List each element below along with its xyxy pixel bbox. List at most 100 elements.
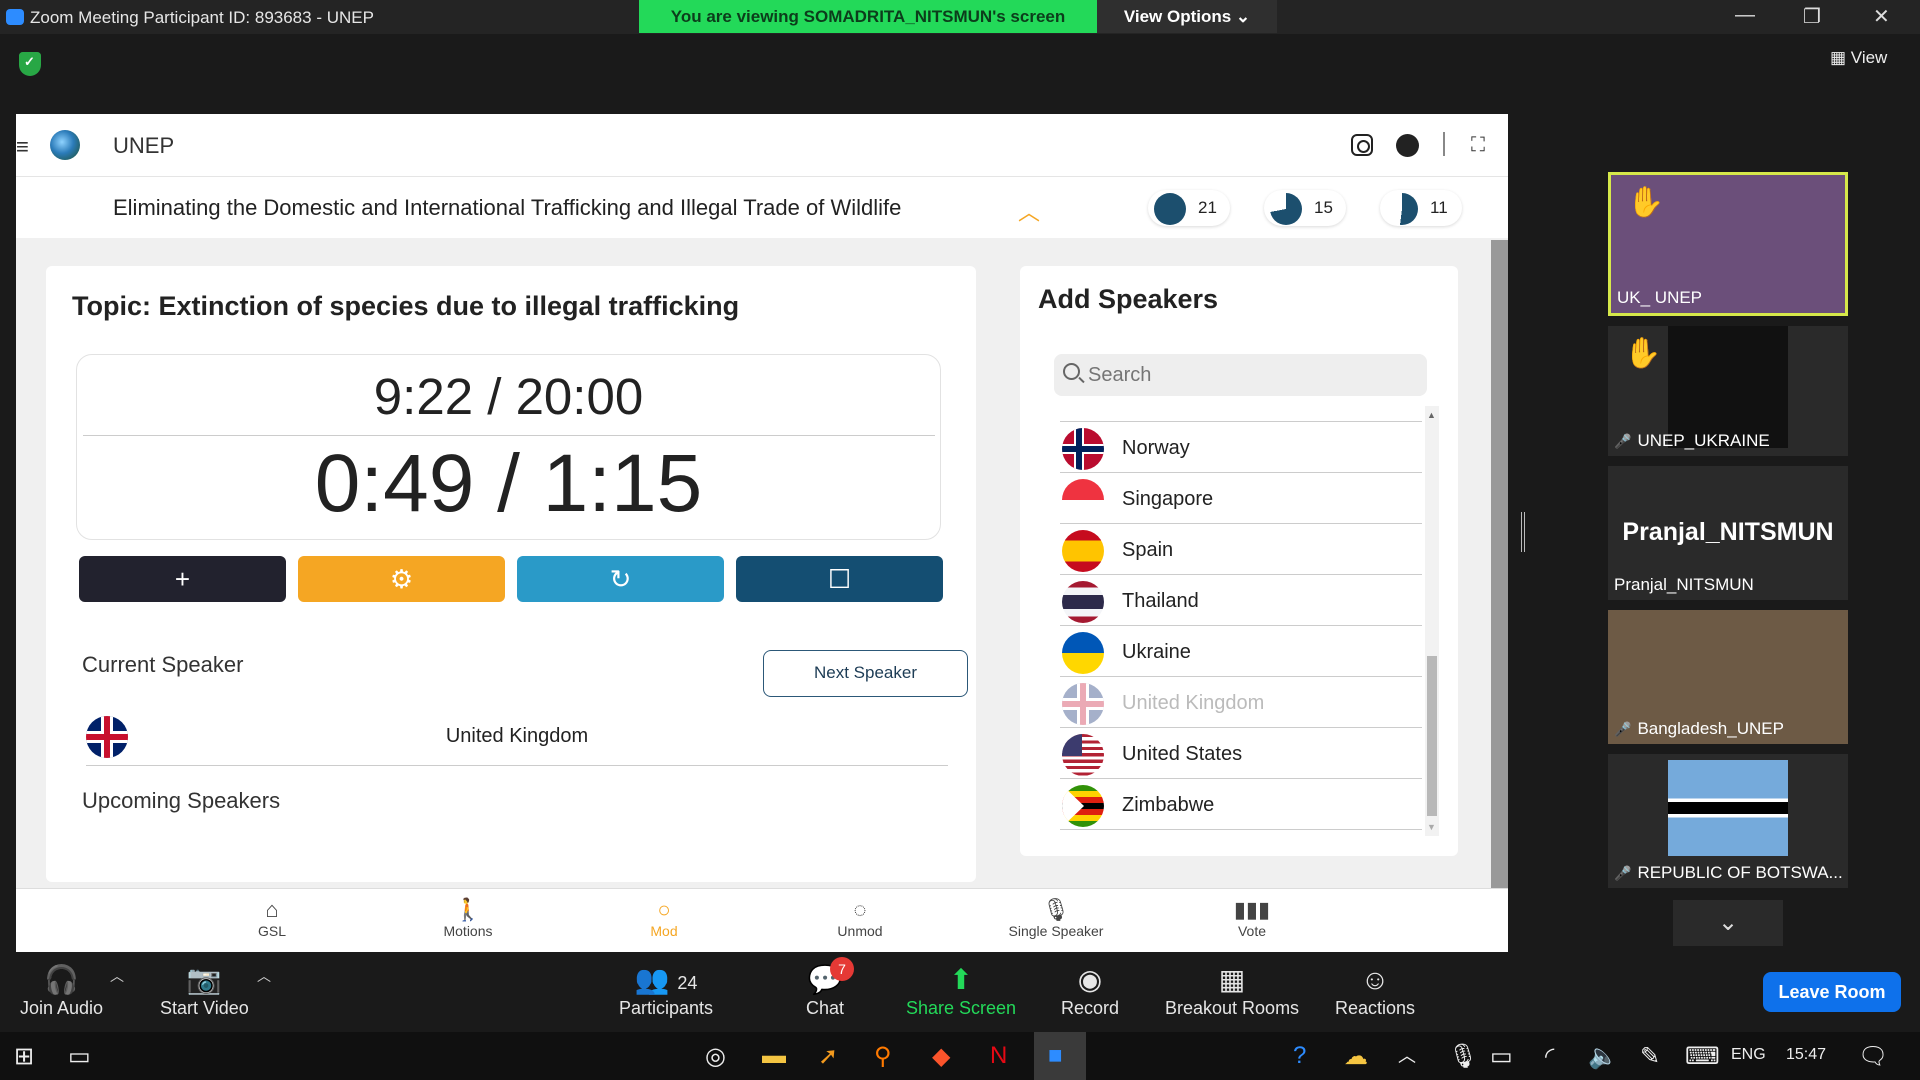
mic-muted-icon: 🎤 xyxy=(1614,433,1632,449)
pen-icon[interactable]: ✎ xyxy=(1640,1042,1660,1071)
chevron-down-icon[interactable]: ⌄ xyxy=(1673,900,1783,946)
search-app-icon[interactable]: ⚲ xyxy=(874,1042,892,1071)
speaker-panel: Topic: Extinction of species due to ille… xyxy=(46,266,976,882)
nav-motions[interactable]: 🚶 Motions xyxy=(398,897,538,939)
microphone-tray-icon[interactable]: 🎙 xyxy=(1448,1042,1478,1071)
app-icon[interactable]: ➚ xyxy=(818,1042,838,1071)
language-indicator[interactable]: ENG xyxy=(1731,1046,1766,1064)
close-icon[interactable]: ✕ xyxy=(1873,4,1890,29)
uk-flag-icon xyxy=(1062,683,1104,725)
hamburger-icon[interactable]: ≡ xyxy=(16,134,29,160)
list-scrollbar[interactable]: ▲ ▼ xyxy=(1425,406,1439,836)
country-item-norway[interactable]: Norway xyxy=(1060,422,1422,473)
wifi-icon[interactable]: ◜ xyxy=(1545,1042,1554,1071)
unep-logo xyxy=(50,130,80,160)
help-icon[interactable]: ? xyxy=(1293,1042,1306,1070)
add-button[interactable]: + xyxy=(79,556,286,602)
instagram-icon[interactable] xyxy=(1351,134,1373,156)
country-item-united-states[interactable]: United States xyxy=(1060,728,1422,779)
settings-button[interactable]: ⚙ xyxy=(298,556,505,602)
scroll-up-icon[interactable]: ▲ xyxy=(1427,410,1436,420)
record-button[interactable]: ◉ Record xyxy=(1061,962,1119,1019)
nav-single-speaker[interactable]: 🎙 Single Speaker xyxy=(986,897,1126,939)
audio-caret-icon[interactable]: ︿ xyxy=(110,966,124,986)
country-item-zimbabwe[interactable]: Zimbabwe xyxy=(1060,779,1422,830)
list-item-partial xyxy=(1060,406,1422,422)
current-speaker-label: Current Speaker xyxy=(82,652,244,677)
video-caret-icon[interactable]: ︿ xyxy=(257,966,271,986)
windows-start-icon[interactable]: ⊞ xyxy=(14,1042,34,1071)
grid-icon: ▦ xyxy=(1830,48,1851,67)
fullscreen-icon[interactable]: ⛶ xyxy=(1471,134,1485,157)
security-shield-icon[interactable] xyxy=(19,52,41,76)
vote-count: 15 xyxy=(1314,198,1333,217)
country-item-ukraine[interactable]: Ukraine xyxy=(1060,626,1422,677)
task-view-icon[interactable]: ▭ xyxy=(68,1042,91,1071)
keyboard-icon[interactable]: ⌨ xyxy=(1685,1042,1720,1071)
breakout-rooms-button[interactable]: ▦ Breakout Rooms xyxy=(1165,962,1299,1019)
country-name: Zimbabwe xyxy=(1122,794,1215,816)
chevron-up-icon[interactable]: ︿ xyxy=(1018,195,1040,227)
country-name: United Kingdom xyxy=(1122,692,1265,714)
participant-name: UNEP_UKRAINE xyxy=(1637,431,1770,450)
country-item-thailand[interactable]: Thailand xyxy=(1060,575,1422,626)
join-audio-button[interactable]: 🎧 Join Audio xyxy=(20,962,103,1019)
country-list: Norway Singapore Spain Thailand Ukraine xyxy=(1060,406,1422,836)
page-scrollbar[interactable] xyxy=(1491,240,1508,888)
participant-tile[interactable]: 🎤 REPUBLIC OF BOTSWA... xyxy=(1608,754,1848,888)
nav-unmod[interactable]: ◌ Unmod xyxy=(790,897,930,939)
participant-tile[interactable]: 🎤 Bangladesh_UNEP xyxy=(1608,610,1848,744)
stop-button[interactable]: ☐ xyxy=(736,556,943,602)
country-item-spain[interactable]: Spain xyxy=(1060,524,1422,575)
netflix-icon[interactable]: N xyxy=(990,1042,1007,1070)
participant-name: UK_ UNEP xyxy=(1617,288,1703,307)
spotify-icon[interactable] xyxy=(1396,134,1419,157)
country-item-singapore[interactable]: Singapore xyxy=(1060,473,1422,524)
reset-button[interactable]: ↻ xyxy=(517,556,724,602)
nav-gsl[interactable]: ⌂ GSL xyxy=(202,897,342,939)
weather-icon[interactable]: ☁ xyxy=(1344,1042,1368,1071)
brave-icon[interactable]: ◆ xyxy=(932,1042,950,1071)
add-speakers-heading: Add Speakers xyxy=(1038,284,1219,314)
app-name: UNEP xyxy=(113,133,175,158)
share-screen-button[interactable]: ⬆ Share Screen xyxy=(906,962,1016,1019)
participant-tile[interactable]: ✋ 🎤 UNEP_UKRAINE xyxy=(1608,326,1848,456)
leave-room-button[interactable]: Leave Room xyxy=(1763,972,1901,1012)
clock[interactable]: 15:47 xyxy=(1786,1046,1826,1064)
scroll-thumb[interactable] xyxy=(1427,656,1437,816)
minimize-icon[interactable]: — xyxy=(1735,4,1755,27)
headphones-icon: 🎧 xyxy=(44,964,79,995)
zoom-app-icon xyxy=(6,9,24,25)
bottom-nav: ⌂ GSL 🚶 Motions ○ Mod ◌ Unmod 🎙 Single S… xyxy=(16,888,1508,952)
next-speaker-button[interactable]: Next Speaker xyxy=(763,650,968,697)
view-options-button[interactable]: View Options ⌄ xyxy=(1097,0,1277,33)
tray-chevron-icon[interactable]: ︿ xyxy=(1398,1042,1416,1068)
notifications-icon[interactable]: 🗨 xyxy=(1858,1042,1888,1071)
file-explorer-icon[interactable]: ▬ xyxy=(762,1042,786,1070)
battery-icon[interactable]: ▭ xyxy=(1490,1042,1513,1071)
view-button[interactable]: ▦ View xyxy=(1830,48,1887,68)
meeting-toolbar: 🎧 Join Audio ︿ 📷 Start Video ︿ 👥 24 Part… xyxy=(0,952,1920,1032)
chat-bubble-icon: ○ xyxy=(657,897,671,922)
participant-tile[interactable]: ✋ UK_ UNEP xyxy=(1608,172,1848,316)
zoom-icon[interactable]: ■ xyxy=(1048,1042,1063,1070)
participants-count: 24 xyxy=(677,973,698,993)
participant-tile[interactable]: Pranjal_NITSMUN Pranjal_NITSMUN xyxy=(1608,466,1848,600)
search-input[interactable] xyxy=(1088,362,1408,388)
app-header: ≡ UNEP ⛶ xyxy=(16,114,1508,176)
country-name: Singapore xyxy=(1122,488,1214,510)
ukraine-flag-icon xyxy=(1062,632,1104,674)
nav-vote[interactable]: ▮▮▮ Vote xyxy=(1182,897,1322,939)
scroll-down-icon[interactable]: ▼ xyxy=(1427,822,1436,832)
chrome-icon[interactable]: ◎ xyxy=(705,1042,726,1071)
window-titlebar: Zoom Meeting Participant ID: 893683 - UN… xyxy=(0,0,1920,34)
nav-mod[interactable]: ○ Mod xyxy=(594,897,734,939)
raised-hand-icon: ✋ xyxy=(1627,186,1665,219)
reactions-button[interactable]: ☺ Reactions xyxy=(1335,962,1415,1019)
restore-icon[interactable]: ❐ xyxy=(1803,4,1821,29)
splitter-handle[interactable] xyxy=(1521,512,1525,552)
volume-icon[interactable]: 🔈 xyxy=(1588,1042,1618,1071)
search-box[interactable] xyxy=(1054,354,1427,396)
participants-button[interactable]: 👥 24 Participants xyxy=(619,962,713,1019)
start-video-button[interactable]: 📷 Start Video xyxy=(160,962,249,1019)
